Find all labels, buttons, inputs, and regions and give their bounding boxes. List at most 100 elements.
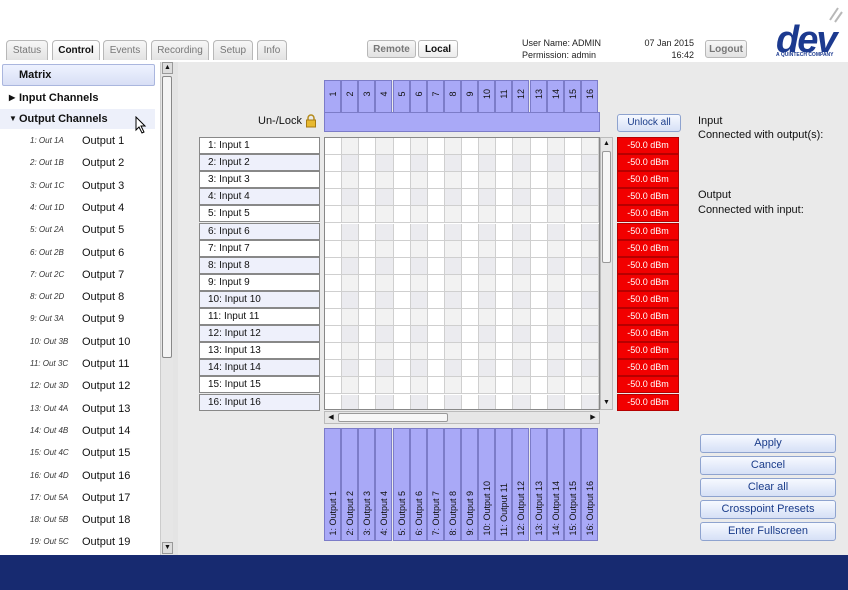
crosspoint-cell[interactable] (564, 377, 582, 395)
crosspoint-cell[interactable] (581, 394, 599, 409)
crosspoint-cell[interactable] (325, 394, 343, 409)
crosspoint-cell[interactable] (496, 257, 514, 275)
crosspoint-cell[interactable] (564, 223, 582, 241)
crosspoint-cell[interactable] (410, 155, 428, 173)
crosspoint-cell[interactable] (479, 223, 497, 241)
crosspoint-cell[interactable] (427, 206, 445, 224)
crosspoint-cell[interactable] (325, 343, 343, 361)
sidebar-output-item[interactable]: 4: Out 1D Output 4 (0, 197, 158, 219)
crosspoint-cell[interactable] (547, 309, 565, 327)
tab-recording[interactable]: Recording (151, 40, 209, 60)
crosspoint-cell[interactable] (359, 172, 377, 190)
tab-control[interactable]: Control (52, 40, 100, 60)
crosspoint-cell[interactable] (496, 138, 514, 156)
sidebar-output-item[interactable]: 1: Out 1A Output 1 (0, 130, 158, 152)
crosspoint-cell[interactable] (444, 189, 462, 207)
input-row-label[interactable]: 11: Input 11 (199, 308, 320, 325)
crosspoint-cell[interactable] (547, 223, 565, 241)
crosspoint-cell[interactable] (376, 377, 394, 395)
crosspoint-cell[interactable] (462, 343, 480, 361)
sidebar-output-item[interactable]: 6: Out 2B Output 6 (0, 242, 158, 264)
scroll-up-icon[interactable]: ▲ (162, 62, 173, 74)
crosspoint-cell[interactable] (444, 360, 462, 378)
tab-info[interactable]: Info (257, 40, 287, 60)
crosspoint-cell[interactable] (359, 240, 377, 258)
crosspoint-cell[interactable] (547, 138, 565, 156)
scroll-thumb[interactable] (162, 76, 172, 358)
crosspoint-cell[interactable] (564, 394, 582, 409)
crosspoint-cell[interactable] (513, 240, 531, 258)
sidebar-output-item[interactable]: 3: Out 1C Output 3 (0, 175, 158, 197)
crosspoint-cell[interactable] (564, 138, 582, 156)
crosspoint-cell[interactable] (342, 138, 360, 156)
sidebar-group-input-channels[interactable]: ▶ Input Channels (0, 88, 155, 108)
crosspoint-cell[interactable] (496, 172, 514, 190)
crosspoint-cell[interactable] (427, 223, 445, 241)
sidebar-output-item[interactable]: 12: Out 3D Output 12 (0, 375, 158, 397)
crosspoint-cell[interactable] (410, 343, 428, 361)
crosspoint-cell[interactable] (376, 291, 394, 309)
crosspoint-cell[interactable] (376, 360, 394, 378)
crosspoint-cell[interactable] (530, 326, 548, 344)
crosspoint-cell[interactable] (564, 189, 582, 207)
crosspoint-cell[interactable] (427, 291, 445, 309)
crosspoint-cell[interactable] (530, 360, 548, 378)
crosspoint-cell[interactable] (462, 240, 480, 258)
crosspoint-cell[interactable] (479, 291, 497, 309)
crosspoint-cell[interactable] (581, 172, 599, 190)
crosspoint-cell[interactable] (462, 155, 480, 173)
crosspoint-cell[interactable] (342, 326, 360, 344)
input-row-label[interactable]: 13: Input 13 (199, 342, 320, 360)
crosspoint-cell[interactable] (581, 360, 599, 378)
crosspoint-cell[interactable] (393, 394, 411, 409)
crosspoint-cell[interactable] (427, 257, 445, 275)
crosspoint-cell[interactable] (325, 291, 343, 309)
crosspoint-cell[interactable] (342, 172, 360, 190)
crosspoint-cell[interactable] (564, 274, 582, 292)
crosspoint-cell[interactable] (530, 155, 548, 173)
crosspoint-cell[interactable] (376, 394, 394, 409)
crosspoint-cell[interactable] (427, 240, 445, 258)
input-row-label[interactable]: 3: Input 3 (199, 171, 320, 189)
crosspoint-cell[interactable] (581, 257, 599, 275)
crosspoint-cell[interactable] (496, 309, 514, 327)
crosspoint-cell[interactable] (547, 172, 565, 190)
crosspoint-cell[interactable] (410, 309, 428, 327)
lock-icon[interactable] (305, 114, 317, 128)
crosspoint-cell[interactable] (547, 257, 565, 275)
crosspoint-cell[interactable] (325, 360, 343, 378)
sidebar-output-item[interactable]: 17: Out 5A Output 17 (0, 487, 158, 509)
crosspoint-grid[interactable] (324, 137, 600, 410)
crosspoint-cell[interactable] (376, 309, 394, 327)
crosspoint-cell[interactable] (530, 172, 548, 190)
crosspoint-cell[interactable] (564, 326, 582, 344)
input-row-label[interactable]: 8: Input 8 (199, 256, 320, 274)
input-row-label[interactable]: 1: Input 1 (199, 137, 320, 154)
crosspoint-cell[interactable] (530, 377, 548, 395)
crosspoint-cell[interactable] (376, 326, 394, 344)
crosspoint-cell[interactable] (359, 274, 377, 292)
crosspoint-cell[interactable] (581, 309, 599, 327)
crosspoint-cell[interactable] (342, 155, 360, 173)
crosspoint-cell[interactable] (564, 309, 582, 327)
crosspoint-cell[interactable] (325, 326, 343, 344)
crosspoint-cell[interactable] (444, 377, 462, 395)
crosspoint-cell[interactable] (479, 343, 497, 361)
crosspoint-cell[interactable] (530, 309, 548, 327)
scroll-thumb[interactable] (338, 413, 448, 422)
crosspoint-cell[interactable] (496, 326, 514, 344)
crosspoint-cell[interactable] (513, 138, 531, 156)
crosspoint-cell[interactable] (462, 326, 480, 344)
crosspoint-cell[interactable] (530, 240, 548, 258)
crosspoint-cell[interactable] (410, 394, 428, 409)
crosspoint-cell[interactable] (376, 206, 394, 224)
crosspoint-cell[interactable] (393, 223, 411, 241)
apply-button[interactable]: Apply (700, 434, 836, 453)
scroll-thumb[interactable] (602, 151, 611, 263)
crosspoint-cell[interactable] (479, 155, 497, 173)
crosspoint-cell[interactable] (410, 206, 428, 224)
input-row-label[interactable]: 5: Input 5 (199, 205, 320, 223)
crosspoint-cell[interactable] (410, 189, 428, 207)
crosspoint-cell[interactable] (444, 343, 462, 361)
crosspoint-cell[interactable] (410, 377, 428, 395)
